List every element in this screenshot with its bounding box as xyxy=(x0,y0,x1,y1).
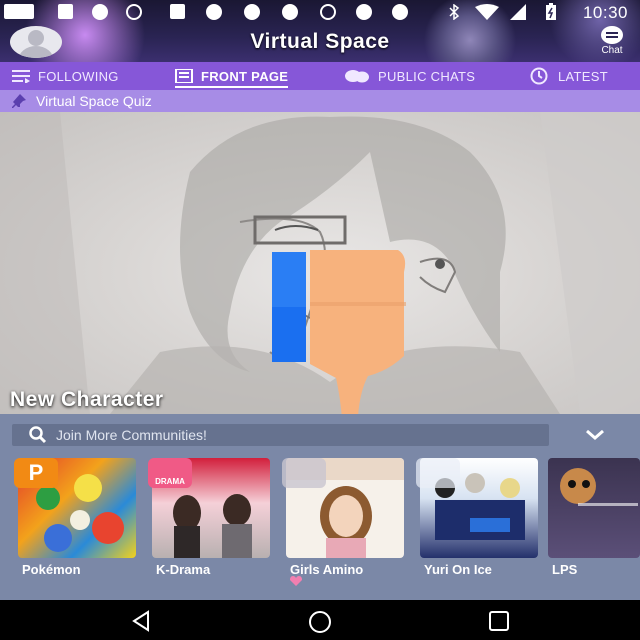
clock-icon xyxy=(530,67,548,85)
search-icon xyxy=(29,426,47,444)
notification-icon xyxy=(356,4,372,20)
tab-public-chats[interactable]: PUBLIC CHATS xyxy=(344,62,475,90)
signal-app-icon xyxy=(126,4,142,20)
tab-following[interactable]: FOLLOWING xyxy=(12,62,119,90)
pinned-post[interactable]: Virtual Space Quiz xyxy=(0,90,640,112)
community-badge-drama: DRAMA xyxy=(148,458,192,488)
community-name: LPS xyxy=(552,562,578,577)
chat-bubble-icon xyxy=(601,26,623,44)
tab-front-page-label: FRONT PAGE xyxy=(201,68,289,84)
community-badge xyxy=(416,458,460,488)
battery-icon xyxy=(546,3,556,20)
back-icon[interactable] xyxy=(130,610,152,632)
newspaper-icon xyxy=(175,69,193,83)
featured-post-image[interactable] xyxy=(0,112,640,414)
notification-icon xyxy=(320,4,336,20)
notification-icon xyxy=(392,4,408,20)
status-bar: 10:30 xyxy=(0,0,640,24)
community-name: Pokémon xyxy=(22,562,81,577)
community-cover-art xyxy=(560,468,638,506)
tab-bar: FOLLOWING FRONT PAGE PUBLIC CHATS LATEST xyxy=(0,62,640,90)
notification-icon xyxy=(282,4,298,20)
chat-bubbles-icon xyxy=(345,70,369,83)
pin-icon xyxy=(12,94,26,108)
app-header: 10:30 Virtual Space Chat xyxy=(0,0,640,62)
wifi-icon xyxy=(475,4,499,20)
community-thumbnail xyxy=(548,458,640,558)
tab-following-label: FOLLOWING xyxy=(38,68,119,84)
list-icon xyxy=(12,70,30,83)
community-badge xyxy=(282,458,326,488)
community-name: K-Drama xyxy=(156,562,211,577)
pinned-post-label: Virtual Space Quiz xyxy=(36,93,152,109)
home-icon[interactable] xyxy=(308,610,332,634)
facebook-icon xyxy=(170,4,185,19)
clock-time: 10:30 xyxy=(582,3,628,22)
dislike-thumb-icon xyxy=(272,250,406,414)
facebook-icon xyxy=(58,4,73,19)
tab-latest-label: LATEST xyxy=(558,68,608,84)
tab-front-page[interactable]: FRONT PAGE xyxy=(175,62,289,90)
recents-icon[interactable] xyxy=(488,610,510,632)
notification-icon xyxy=(206,4,222,20)
tab-latest[interactable]: LATEST xyxy=(528,62,608,90)
community-badge-p: P xyxy=(14,458,58,488)
search-placeholder: Join More Communities! xyxy=(56,427,207,443)
heart-icon xyxy=(290,576,302,586)
community-name: Girls Amino xyxy=(290,562,364,577)
tab-public-chats-label: PUBLIC CHATS xyxy=(378,68,476,84)
featured-post-title: New Character xyxy=(10,388,164,411)
notification-icon xyxy=(244,4,260,20)
bluetooth-icon xyxy=(449,4,460,20)
community-name: Yuri On Ice xyxy=(424,562,492,577)
message-icon xyxy=(4,4,34,19)
community-title: Virtual Space xyxy=(250,30,390,53)
chat-label: Chat xyxy=(601,45,623,56)
chevron-down-icon[interactable] xyxy=(584,428,606,442)
android-navigation-bar xyxy=(0,600,640,640)
cell-signal-icon xyxy=(510,4,526,20)
skype-icon xyxy=(92,4,108,20)
join-communities-search[interactable]: Join More Communities! xyxy=(12,424,549,446)
chat-button[interactable]: Chat xyxy=(594,26,630,60)
